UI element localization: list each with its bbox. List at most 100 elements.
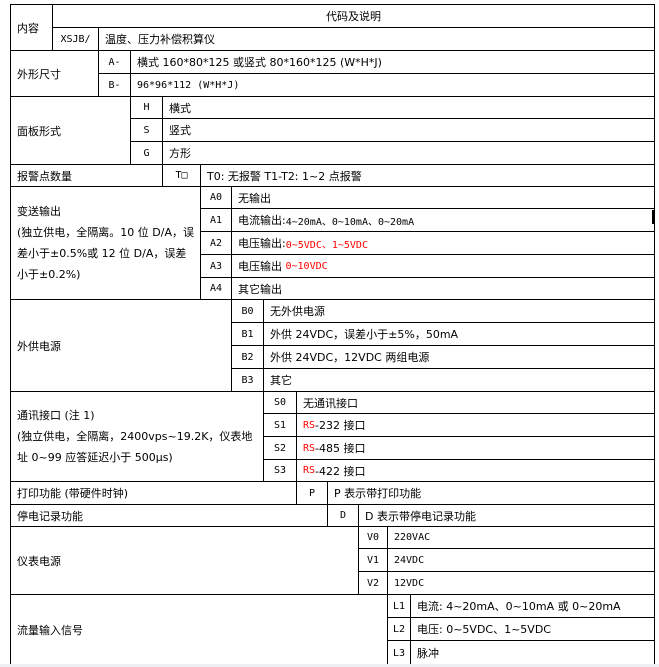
ext-power-code-b3: B3 <box>231 368 264 392</box>
option-desc: 电压输出: <box>238 237 286 250</box>
option-desc: 横式 <box>169 101 191 115</box>
size-code-b: B- <box>98 73 131 97</box>
option-code: G <box>143 147 150 159</box>
instrument-power-code-v1: V1 <box>358 548 388 572</box>
transmit-desc-a0: 无输出 <box>231 186 655 209</box>
print-label: 打印功能 (带硬件时钟) <box>17 487 129 500</box>
rs-prefix: RS <box>303 465 316 476</box>
alarm-label: 报警点数量 <box>17 169 72 183</box>
transmit-note: (独立供电，全隔离。10 位 D/A，误差小于±0.5%或 12 位 D/A，误… <box>17 226 194 281</box>
option-value-highlight: 0~10VDC <box>285 260 328 272</box>
option-desc: -422 接口 <box>315 464 366 478</box>
rs-prefix: RS <box>303 442 316 454</box>
transmit-desc-a3: 电压输出 0~10VDC <box>231 254 655 278</box>
option-code: B1 <box>241 328 254 340</box>
alarm-desc: T0: 无报警 T1-T2: 1~2 点报警 <box>207 169 362 183</box>
flow-input-label: 流量输入信号 <box>17 624 83 637</box>
flow-input-code-l2: L2 <box>387 617 411 641</box>
transmit-desc-a1: 电流输出: 4~20mA、0~10mA、0~20mA <box>231 208 655 232</box>
transmit-label-cell: 变送输出 (独立供电，全隔离。10 位 D/A，误差小于±0.5%或 12 位 … <box>10 186 201 300</box>
option-code: V1 <box>366 554 380 566</box>
instrument-power-label-cell: 仪表电源 <box>10 526 359 595</box>
ext-power-desc-b3: 其它 <box>263 368 655 392</box>
power-loss-desc: D 表示带停电记录功能 <box>365 509 476 523</box>
model-code-cell: XSJB/ <box>52 27 99 51</box>
option-value: 4~20mA、0~10mA、0~20mA <box>285 216 415 228</box>
flow-input-label-cell: 流量输入信号 <box>10 594 388 666</box>
size-code-a: A- <box>98 50 131 74</box>
option-code: A2 <box>209 237 223 249</box>
option-desc: 220VAC <box>394 532 431 543</box>
option-desc: 电压输出 <box>238 260 282 273</box>
option-desc: 脉冲 <box>417 647 439 660</box>
ext-power-code-b2: B2 <box>231 345 264 369</box>
alarm-code: T□ <box>175 170 188 181</box>
alarm-code-cell: T□ <box>162 164 201 187</box>
ext-power-desc-b0: 无外供电源 <box>263 299 655 323</box>
panel-desc-s: 竖式 <box>162 118 655 142</box>
print-label-cell: 打印功能 (带硬件时钟) <box>10 481 297 505</box>
ext-power-desc-b2: 外供 24VDC，12VDC 两组电源 <box>263 345 655 369</box>
option-code: B3 <box>241 374 254 386</box>
panel-desc-g: 方形 <box>162 141 655 165</box>
comm-label-cell: 通讯接口 (注 1) (独立供电，全隔离，2400vps~19.2K，仪表地址 … <box>10 391 264 482</box>
print-desc-cell: P 表示带打印功能 <box>327 481 655 505</box>
size-label-cell: 外形尺寸 <box>10 50 99 97</box>
option-code: L2 <box>392 623 406 635</box>
ext-power-label: 外供电源 <box>17 339 61 353</box>
instrument-power-code-v0: V0 <box>358 526 388 549</box>
option-code: A1 <box>209 214 223 226</box>
instrument-power-label: 仪表电源 <box>17 554 61 568</box>
transmit-code-a2: A2 <box>200 231 232 255</box>
ext-power-label-cell: 外供电源 <box>10 299 232 392</box>
flow-input-desc-l1: 电流: 4~20mA、0~10mA 或 0~20mA <box>410 594 655 618</box>
ext-power-desc-b1: 外供 24VDC，误差小于±5%，50mA <box>263 322 655 346</box>
instrument-power-code-v2: V2 <box>358 571 388 595</box>
transmit-desc-a2: 电压输出: 0~5VDC、1~5VDC <box>231 231 655 255</box>
print-code-cell: P <box>296 481 328 505</box>
power-loss-label: 停电记录功能 <box>17 509 83 523</box>
power-loss-code-cell: D <box>327 504 359 527</box>
option-code: L3 <box>392 647 406 659</box>
option-desc: 竖式 <box>169 124 191 137</box>
panel-label: 面板形式 <box>17 124 61 138</box>
option-desc: 其它 <box>270 374 292 387</box>
option-desc: 12VDC <box>394 577 425 589</box>
transmit-code-a4: A4 <box>200 277 232 300</box>
option-code: B2 <box>241 351 254 363</box>
model-desc: 温度、压力补偿积算仪 <box>105 33 215 46</box>
cursor-marker <box>652 210 655 224</box>
instrument-power-desc-v2: 12VDC <box>387 571 655 595</box>
option-desc: 96*96*112 (W*H*J) <box>137 79 240 91</box>
header-title: 代码及说明 <box>326 10 381 23</box>
option-code: A- <box>108 56 121 68</box>
option-value-highlight: 0~5VDC、1~5VDC <box>285 239 368 251</box>
power-loss-desc-cell: D 表示带停电记录功能 <box>358 504 655 527</box>
transmit-code-a0: A0 <box>200 186 232 209</box>
content-label: 内容 <box>17 21 39 35</box>
comm-code-s0: S0 <box>263 391 297 414</box>
power-loss-label-cell: 停电记录功能 <box>10 504 328 527</box>
option-code: H <box>143 102 150 113</box>
option-desc: 无输出 <box>238 191 271 205</box>
alarm-label-cell: 报警点数量 <box>10 164 163 187</box>
option-desc: 外供 24VDC，误差小于±5%，50mA <box>270 328 459 341</box>
panel-desc-h: 横式 <box>162 96 655 119</box>
flow-input-desc-l2: 电压: 0~5VDC、1~5VDC <box>410 617 655 641</box>
option-code: A4 <box>209 283 223 294</box>
option-code: A3 <box>209 260 223 272</box>
flow-input-code-l3: L3 <box>387 640 411 666</box>
transmit-code-a3: A3 <box>200 254 232 278</box>
comm-desc-s2: RS -485 接口 <box>296 436 655 460</box>
option-desc: 电压: 0~5VDC、1~5VDC <box>417 623 551 636</box>
print-code: P <box>308 487 316 499</box>
option-code: B- <box>108 79 121 91</box>
ext-power-code-b1: B1 <box>231 322 264 346</box>
rs-prefix: RS <box>303 419 316 431</box>
size-label: 外形尺寸 <box>17 67 61 81</box>
option-desc: 电流输出: <box>238 214 286 227</box>
option-code: S <box>143 124 150 136</box>
option-code: S0 <box>273 397 287 408</box>
option-desc: 无通讯接口 <box>303 396 358 410</box>
comm-desc-s3: RS -422 接口 <box>296 459 655 482</box>
